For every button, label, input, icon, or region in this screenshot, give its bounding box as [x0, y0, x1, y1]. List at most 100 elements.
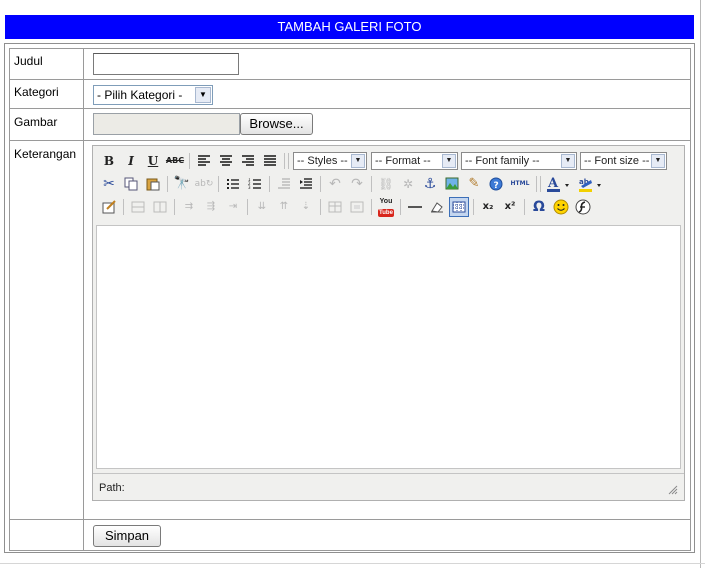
toolbar-separator — [371, 199, 372, 215]
horizontal-rule-icon[interactable] — [405, 197, 425, 217]
simpan-button[interactable]: Simpan — [93, 525, 161, 547]
emotions-icon[interactable] — [551, 197, 571, 217]
font-family-select-value: -- Font family -- — [465, 155, 540, 167]
help-icon[interactable]: ? — [486, 174, 506, 194]
toolbar-separator — [320, 199, 321, 215]
insert-col-after-icon[interactable]: ⇈ — [274, 197, 294, 217]
form-title: TAMBAH GALERI FOTO — [277, 19, 422, 34]
flash-icon[interactable] — [573, 197, 593, 217]
editor-toolbar-row-3: ⇉ ⇶ ⇥ ⇊ ⇈ ⇣ You Tube x₂ x² Ω — [97, 196, 682, 218]
font-family-select[interactable]: -- Font family -- ▼ — [461, 152, 577, 170]
styles-select[interactable]: -- Styles -- ▼ — [293, 152, 367, 170]
row-gambar: Gambar Browse... — [9, 108, 691, 141]
column-divider — [83, 49, 84, 79]
subscript-icon[interactable]: x₂ — [478, 197, 498, 217]
italic-icon[interactable]: I — [121, 151, 141, 171]
copy-icon[interactable] — [121, 174, 141, 194]
format-select-value: -- Format -- — [375, 155, 431, 167]
justify-right-icon[interactable] — [238, 151, 258, 171]
judul-label: Judul — [14, 54, 43, 68]
delete-col-icon[interactable]: ⇣ — [296, 197, 316, 217]
insert-row-after-icon[interactable]: ⇶ — [201, 197, 221, 217]
page-bottom-rule — [0, 563, 705, 564]
edit-box-icon[interactable] — [99, 197, 119, 217]
judul-input[interactable] — [93, 53, 239, 75]
rich-text-editor: B I U ABC -- Styles -- ▼ -- Format -- ▼ --… — [92, 145, 685, 501]
justify-center-icon[interactable] — [216, 151, 236, 171]
editor-content-area[interactable] — [96, 225, 681, 469]
cleanup-icon[interactable]: ✎ — [464, 174, 484, 194]
toolbar-separator — [284, 153, 285, 169]
row-submit: Simpan — [9, 519, 691, 551]
superscript-icon[interactable]: x² — [500, 197, 520, 217]
chevron-down-icon[interactable]: ▼ — [651, 154, 665, 168]
undo-icon[interactable]: ↶ — [325, 174, 345, 194]
chevron-down-icon[interactable]: ▼ — [195, 87, 211, 103]
svg-text:A: A — [547, 176, 559, 191]
toolbar-separator — [123, 199, 124, 215]
kategori-selected: - Pilih Kategori - — [97, 88, 183, 102]
chevron-down-icon[interactable]: ▼ — [442, 154, 456, 168]
column-divider — [83, 109, 84, 140]
row-judul: Judul — [9, 48, 691, 80]
editor-toolbar-row-2: ✂ 🔭 ab↻ 123 ↶ ↷ ⛓ ✲ ⚓ ✎ ? HTML A ab — [97, 173, 682, 195]
remove-format-icon[interactable] — [427, 197, 447, 217]
gambar-label: Gambar — [14, 115, 58, 129]
justify-left-icon[interactable] — [194, 151, 214, 171]
toolbar-separator — [473, 199, 474, 215]
bullet-list-icon[interactable] — [223, 174, 243, 194]
kategori-label: Kategori — [14, 85, 59, 99]
indent-icon[interactable] — [296, 174, 316, 194]
format-select[interactable]: -- Format -- ▼ — [371, 152, 458, 170]
form-table: Judul Kategori - Pilih Kategori - ▼ Gamb… — [4, 43, 695, 553]
cell-props-icon[interactable] — [347, 197, 367, 217]
chevron-down-icon[interactable]: ▼ — [561, 154, 575, 168]
find-icon[interactable]: 🔭 — [172, 174, 192, 194]
toolbar-separator — [189, 153, 190, 169]
toolbar-separator — [288, 153, 289, 169]
editor-statusbar: Path: — [93, 473, 684, 500]
redo-icon[interactable]: ↷ — [347, 174, 367, 194]
browse-button[interactable]: Browse... — [240, 113, 313, 135]
delete-row-icon[interactable]: ⇥ — [223, 197, 243, 217]
insert-layer-icon[interactable] — [128, 197, 148, 217]
table-props-icon[interactable] — [325, 197, 345, 217]
toolbar-separator — [269, 176, 270, 192]
text-color-icon[interactable]: A — [545, 174, 573, 194]
gambar-file-input[interactable] — [93, 113, 240, 135]
column-divider — [83, 141, 84, 519]
toolbar-separator — [174, 199, 175, 215]
image-icon[interactable] — [442, 174, 462, 194]
youtube-icon[interactable]: You Tube — [376, 197, 396, 217]
font-size-select[interactable]: -- Font size -- ▼ — [580, 152, 667, 170]
resize-grip-icon[interactable] — [668, 485, 678, 495]
justify-full-icon[interactable] — [260, 151, 280, 171]
insert-layer2-icon[interactable] — [150, 197, 170, 217]
paste-icon[interactable] — [143, 174, 163, 194]
toolbar-separator — [400, 199, 401, 215]
link-icon[interactable]: ⛓ — [376, 174, 396, 194]
numbered-list-icon[interactable]: 123 — [245, 174, 265, 194]
highlight-color-icon[interactable]: ab — [577, 174, 605, 194]
font-size-select-value: -- Font size -- — [584, 155, 650, 167]
editor-toolbar-row-1: B I U ABC -- Styles -- ▼ -- Format -- ▼ --… — [97, 150, 682, 172]
cut-icon[interactable]: ✂ — [99, 174, 119, 194]
svg-text:?: ? — [494, 181, 499, 191]
replace-icon[interactable]: ab↻ — [194, 174, 214, 194]
outdent-icon[interactable] — [274, 174, 294, 194]
keterangan-label: Keterangan — [14, 147, 77, 161]
underline-icon[interactable]: U — [143, 151, 163, 171]
bold-icon[interactable]: B — [99, 151, 119, 171]
special-char-icon[interactable]: Ω — [529, 197, 549, 217]
toolbar-separator — [540, 176, 541, 192]
insert-row-before-icon[interactable]: ⇉ — [179, 197, 199, 217]
insert-col-before-icon[interactable]: ⇊ — [252, 197, 272, 217]
strikethrough-icon[interactable]: ABC — [165, 151, 185, 171]
anchor-icon[interactable]: ⚓ — [420, 174, 440, 194]
unlink-icon[interactable]: ✲ — [398, 174, 418, 194]
chevron-down-icon[interactable]: ▼ — [351, 154, 365, 168]
html-icon[interactable]: HTML — [508, 174, 532, 194]
styles-select-value: -- Styles -- — [297, 155, 348, 167]
visual-aid-icon[interactable] — [449, 197, 469, 217]
kategori-select[interactable]: - Pilih Kategori - ▼ — [93, 85, 213, 105]
